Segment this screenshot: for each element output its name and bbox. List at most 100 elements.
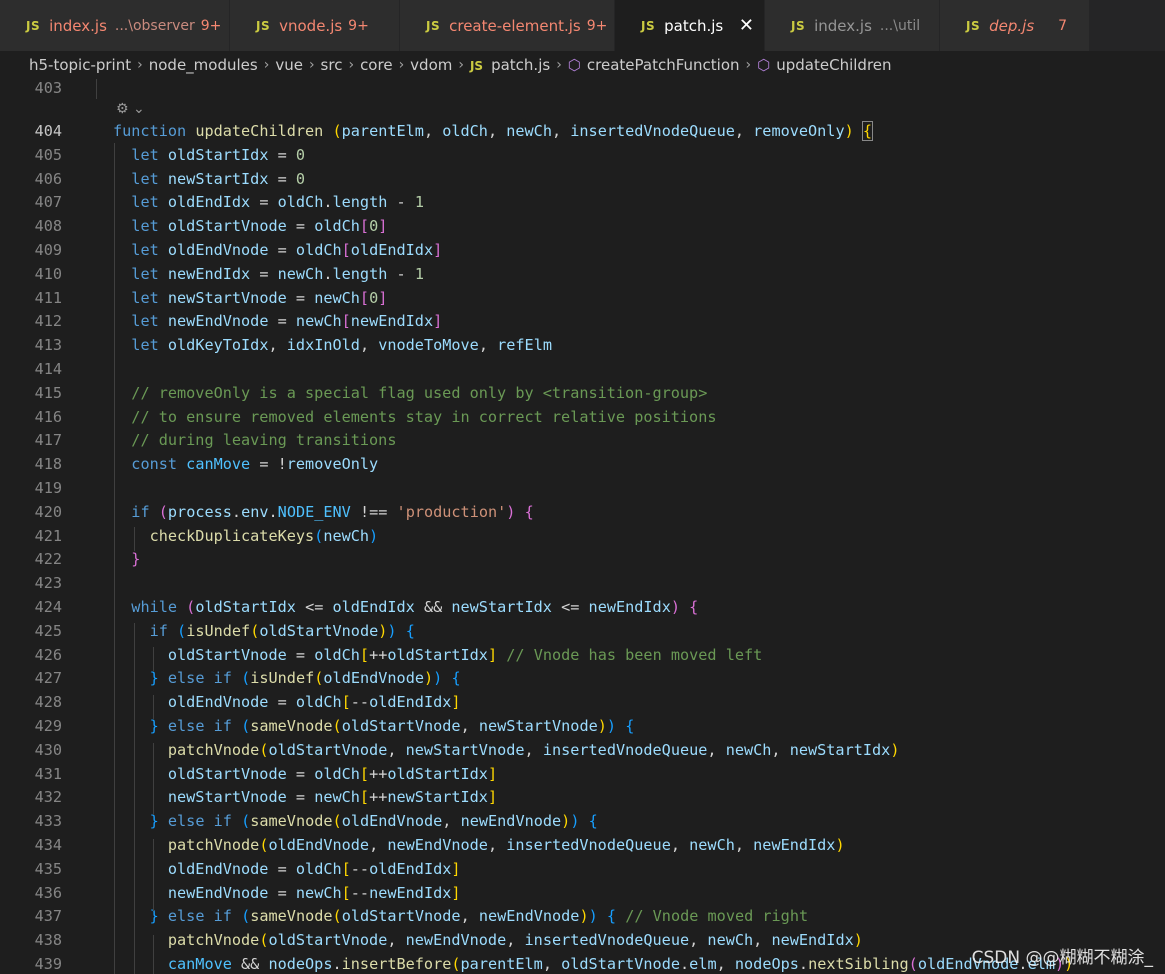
tab-index-js-4[interactable]: JS index.js ...\util — [765, 0, 940, 51]
code-line[interactable]: 426 oldStartVnode = oldCh[++oldStartIdx]… — [0, 643, 1165, 667]
code-line[interactable]: 435 oldEndVnode = oldCh[--oldEndIdx] — [0, 857, 1165, 881]
tab-label: patch.js — [664, 16, 724, 35]
code-line[interactable]: 422 } — [0, 547, 1165, 571]
line-number: 422 — [34, 550, 62, 569]
line-number: 409 — [34, 241, 62, 259]
code-text: patchVnode(oldStartVnode, newEndVnode, i… — [167, 931, 863, 950]
tab-create-element-js-2[interactable]: JS create-element.js 9+ — [400, 0, 615, 51]
code-line[interactable]: 407 let oldEndIdx = oldCh.length - 1 — [0, 190, 1165, 214]
indent-guide — [134, 527, 135, 551]
line-number: 413 — [34, 336, 62, 355]
tab-vnode-js-1[interactable]: JS vnode.js 9+ — [230, 0, 400, 51]
code-line[interactable]: 409 let oldEndVnode = oldCh[oldEndIdx] — [0, 238, 1165, 262]
breadcrumb-item[interactable]: vue — [275, 56, 303, 74]
code-line[interactable]: 408 let oldStartVnode = oldCh[0] — [0, 214, 1165, 238]
chevron-right-icon: › — [458, 57, 464, 73]
chevron-right-icon: › — [745, 57, 752, 73]
line-number: 428 — [34, 693, 62, 712]
indent-guide — [153, 743, 154, 815]
line-number: 420 — [34, 502, 62, 521]
chevron-right-icon: › — [398, 57, 405, 73]
code-text: let newEndVnode = newCh[newEndIdx] — [131, 312, 443, 331]
breadcrumb-item[interactable]: src — [321, 56, 343, 74]
breadcrumb: h5-topic-print › node_modules › vue › src › core… — [0, 51, 1165, 79]
line-number: 423 — [34, 574, 62, 593]
line-number: 433 — [34, 812, 62, 831]
breadcrumb-item[interactable]: vdom — [410, 56, 452, 74]
code-text: } else if (isUndef(oldEndVnode)) { — [149, 669, 461, 688]
code-text: } else if (sameVnode(oldStartVnode, newS… — [149, 717, 635, 735]
code-line[interactable]: 428 oldEndVnode = oldCh[--oldEndIdx] — [0, 690, 1165, 714]
line-number: 432 — [34, 788, 62, 807]
code-line[interactable]: 423 — [0, 571, 1165, 595]
js-file-icon: JS — [469, 59, 484, 73]
code-line[interactable]: 406 let newStartIdx = 0 — [0, 167, 1165, 191]
code-text: let oldKeyToIdx, idxInOld, vnodeToMove, … — [131, 336, 552, 355]
code-text: oldStartVnode = oldCh[++oldStartIdx] — [167, 764, 498, 783]
code-line[interactable]: 420 if (process.env.NODE_ENV !== 'produc… — [0, 500, 1165, 524]
js-file-icon: JS — [791, 18, 806, 33]
breadcrumb-item[interactable]: ⬡ updateChildren — [757, 56, 891, 74]
indent-guide — [96, 79, 97, 99]
close-icon[interactable]: ✕ — [739, 15, 754, 36]
tab-label: index.js — [49, 16, 107, 35]
code-line[interactable]: 412 let newEndVnode = newCh[newEndIdx] — [0, 309, 1165, 333]
js-file-icon: JS — [641, 18, 656, 33]
breadcrumb-item[interactable]: node_modules — [149, 56, 258, 74]
breadcrumb-item[interactable]: ⬡ createPatchFunction — [568, 56, 740, 74]
code-line[interactable]: 405 let oldStartIdx = 0 — [0, 143, 1165, 167]
problem-count-badge: 9+ — [348, 17, 369, 34]
line-number: 417 — [34, 431, 62, 450]
line-number: 408 — [34, 217, 62, 236]
line-number: 439 — [34, 955, 62, 973]
line-number: 406 — [34, 169, 62, 188]
code-line[interactable]: 403 — [0, 79, 1165, 100]
code-line[interactable]: 411 let newStartVnode = newCh[0] — [0, 286, 1165, 310]
code-line[interactable]: 424 while (oldStartIdx <= oldEndIdx && n… — [0, 595, 1165, 619]
code-text: while (oldStartIdx <= oldEndIdx && newSt… — [131, 598, 699, 616]
line-number: 407 — [34, 193, 62, 212]
code-line[interactable]: 434 patchVnode(oldEndVnode, newEndVnode,… — [0, 833, 1165, 857]
code-line[interactable]: 430 patchVnode(oldStartVnode, newStartVn… — [0, 738, 1165, 762]
code-line[interactable]: 421 checkDuplicateKeys(newCh) — [0, 524, 1165, 548]
tab-index-js-0[interactable]: JS index.js ...\observer 9+ — [0, 0, 230, 51]
code-text: const canMove = !removeOnly — [131, 455, 379, 474]
js-file-icon: JS — [426, 18, 441, 33]
code-text: newEndVnode = newCh[--newEndIdx] — [167, 883, 461, 902]
code-line[interactable]: 418 const canMove = !removeOnly — [0, 452, 1165, 476]
code-line[interactable]: 433 } else if (sameVnode(oldEndVnode, ne… — [0, 809, 1165, 833]
code-line[interactable]: 416 // to ensure removed elements stay i… — [0, 405, 1165, 429]
code-editor[interactable]: ⚙ ⌄ 403 404 function updateChildren (paren… — [0, 79, 1165, 974]
code-line[interactable]: 414 — [0, 357, 1165, 381]
tab-dep-js-5[interactable]: JS dep.js 7 — [940, 0, 1090, 51]
tab-bar: JS index.js ...\observer 9+ JS vnode.js 9+ JS cr… — [0, 0, 1165, 51]
code-line[interactable]: 437 } else if (sameVnode(oldStartVnode, … — [0, 904, 1165, 928]
code-line[interactable]: 425 if (isUndef(oldStartVnode)) { — [0, 619, 1165, 643]
code-line[interactable]: 404 function updateChildren (parentElm, o… — [0, 119, 1165, 143]
line-number: 410 — [34, 264, 62, 283]
code-line[interactable]: 419 — [0, 476, 1165, 500]
code-line[interactable]: 410 let newEndIdx = newCh.length - 1 — [0, 262, 1165, 286]
js-file-icon: JS — [256, 18, 271, 33]
code-line[interactable]: 413 let oldKeyToIdx, idxInOld, vnodeToMo… — [0, 333, 1165, 357]
method-symbol-icon: ⬡ — [567, 56, 581, 74]
code-text: // removeOnly is a special flag used onl… — [131, 383, 708, 402]
code-lens[interactable]: ⚙ ⌄ — [116, 101, 145, 117]
code-line[interactable]: 436 newEndVnode = newCh[--newEndIdx] — [0, 881, 1165, 905]
breadcrumb-item[interactable]: core — [360, 56, 393, 74]
code-text: if (process.env.NODE_ENV !== 'production… — [131, 502, 534, 521]
tab-patch-js-3[interactable]: JS patch.js ✕ — [615, 0, 765, 51]
code-text: } else if (sameVnode(oldStartVnode, newE… — [149, 907, 809, 926]
code-line[interactable]: 432 newStartVnode = newCh[++newStartIdx] — [0, 785, 1165, 809]
indent-guide — [114, 143, 115, 974]
code-line[interactable]: 417 // during leaving transitions — [0, 428, 1165, 452]
code-line[interactable]: 427 } else if (isUndef(oldEndVnode)) { — [0, 666, 1165, 690]
breadcrumb-item[interactable]: JS patch.js — [470, 56, 550, 74]
breadcrumb-item[interactable]: h5-topic-print — [29, 56, 131, 74]
code-text: patchVnode(oldStartVnode, newStartVnode,… — [167, 740, 900, 759]
line-number: 436 — [34, 883, 62, 902]
code-line[interactable]: 429 } else if (sameVnode(oldStartVnode, … — [0, 714, 1165, 738]
code-text: checkDuplicateKeys(newCh) — [149, 526, 379, 545]
code-line[interactable]: 431 oldStartVnode = oldCh[++oldStartIdx] — [0, 762, 1165, 786]
code-line[interactable]: 415 // removeOnly is a special flag used… — [0, 381, 1165, 405]
